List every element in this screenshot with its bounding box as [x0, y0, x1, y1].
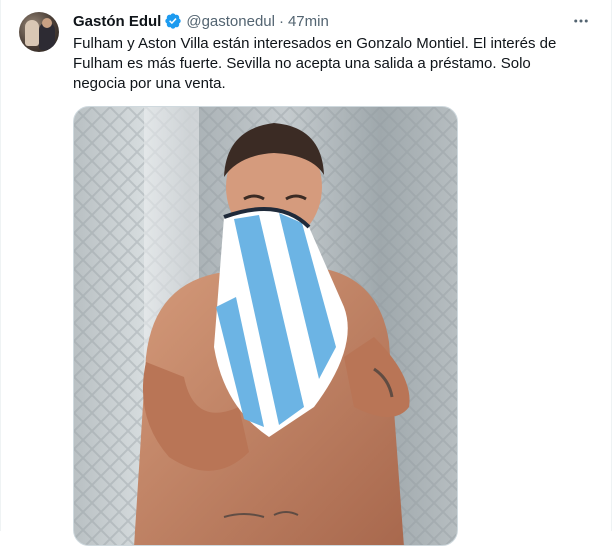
tweet-text: Fulham y Aston Villa están interesados e… — [73, 35, 557, 92]
more-options-icon[interactable] — [571, 11, 591, 31]
tweet-timestamp[interactable]: 47min — [288, 13, 329, 30]
avatar-figure-head — [42, 18, 52, 28]
tweet-media-photo[interactable] — [73, 106, 458, 546]
tweet-header: Gastón Edul @gastonedul · 47min — [73, 10, 591, 32]
tweet[interactable]: Gastón Edul @gastonedul · 47min Fulham y… — [0, 0, 612, 546]
author-name[interactable]: Gastón Edul — [73, 13, 161, 30]
avatar-figure-left — [25, 20, 39, 46]
verified-badge-icon — [164, 12, 182, 30]
author-handle[interactable]: @gastonedul — [186, 13, 275, 30]
photo-player-kissing-shirt — [74, 107, 457, 545]
avatar[interactable] — [19, 12, 59, 52]
header-separator: · — [278, 12, 284, 30]
